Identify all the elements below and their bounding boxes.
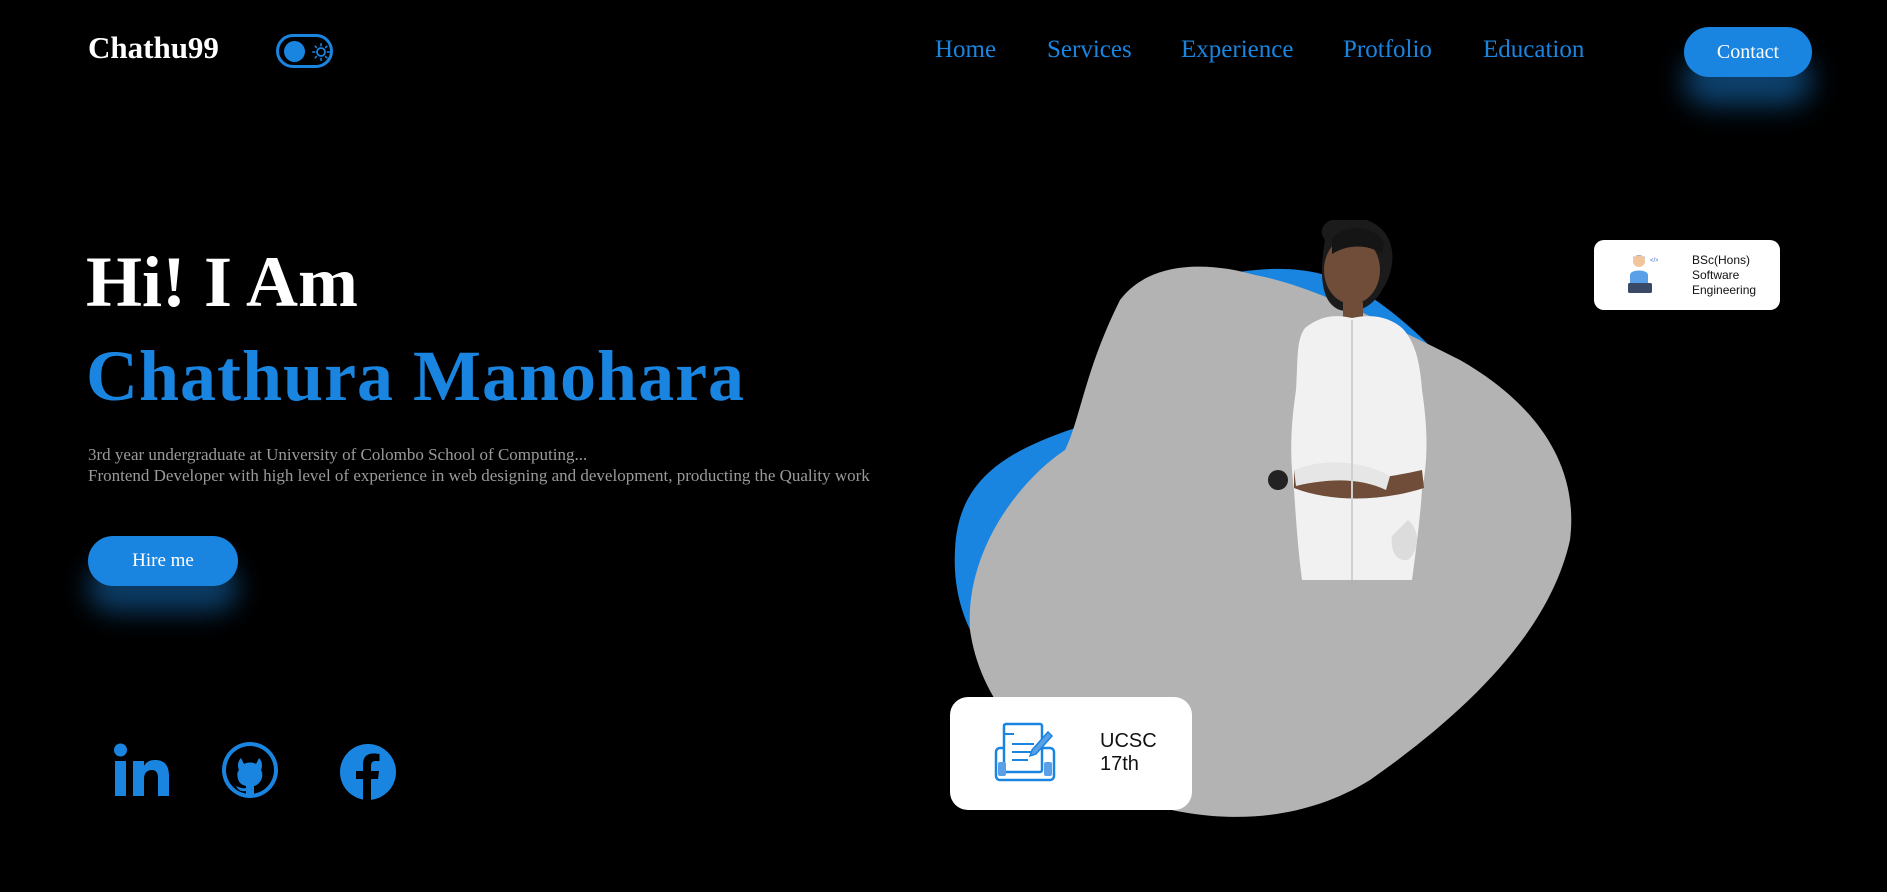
batch-card: UCSC 17th <box>950 697 1192 810</box>
nav-experience[interactable]: Experience <box>1181 36 1293 64</box>
svg-text:</>: </> <box>1650 258 1658 264</box>
batch-text: UCSC 17th <box>1100 730 1157 776</box>
nav-home[interactable]: Home <box>935 36 996 64</box>
hero-greeting: Hi! I Am <box>86 242 359 322</box>
github-icon[interactable] <box>222 742 278 798</box>
degree-text: BSc(Hons) Software Engineering <box>1692 253 1756 298</box>
nav-education[interactable]: Education <box>1483 36 1584 64</box>
nav-portfolio[interactable]: Protfolio <box>1343 36 1432 64</box>
theme-toggle[interactable] <box>276 34 333 68</box>
document-tablet-icon <box>994 722 1056 782</box>
contact-button[interactable]: Contact <box>1684 27 1812 77</box>
degree-line: Software <box>1692 268 1740 282</box>
facebook-icon[interactable] <box>340 744 396 800</box>
sun-icon <box>312 43 330 61</box>
degree-line: Engineering <box>1692 283 1757 297</box>
linkedin-icon[interactable] <box>112 742 172 798</box>
batch-line: UCSC <box>1100 730 1157 752</box>
degree-card: </> BSc(Hons) Software Engineering <box>1594 240 1780 310</box>
logo[interactable]: Chathu99 <box>88 30 219 66</box>
hero-name: Chathura Manohara <box>86 336 746 416</box>
hero-description: 3rd year undergraduate at University of … <box>88 444 870 486</box>
developer-icon: </> <box>1628 255 1658 293</box>
degree-line: BSc(Hons) <box>1692 253 1751 267</box>
description-line: 3rd year undergraduate at University of … <box>88 445 588 464</box>
toggle-knob <box>284 41 305 62</box>
batch-line: 17th <box>1100 753 1139 775</box>
hire-me-button[interactable]: Hire me <box>88 536 238 586</box>
nav-services[interactable]: Services <box>1047 36 1132 64</box>
description-line: Frontend Developer with high level of ex… <box>88 466 870 485</box>
